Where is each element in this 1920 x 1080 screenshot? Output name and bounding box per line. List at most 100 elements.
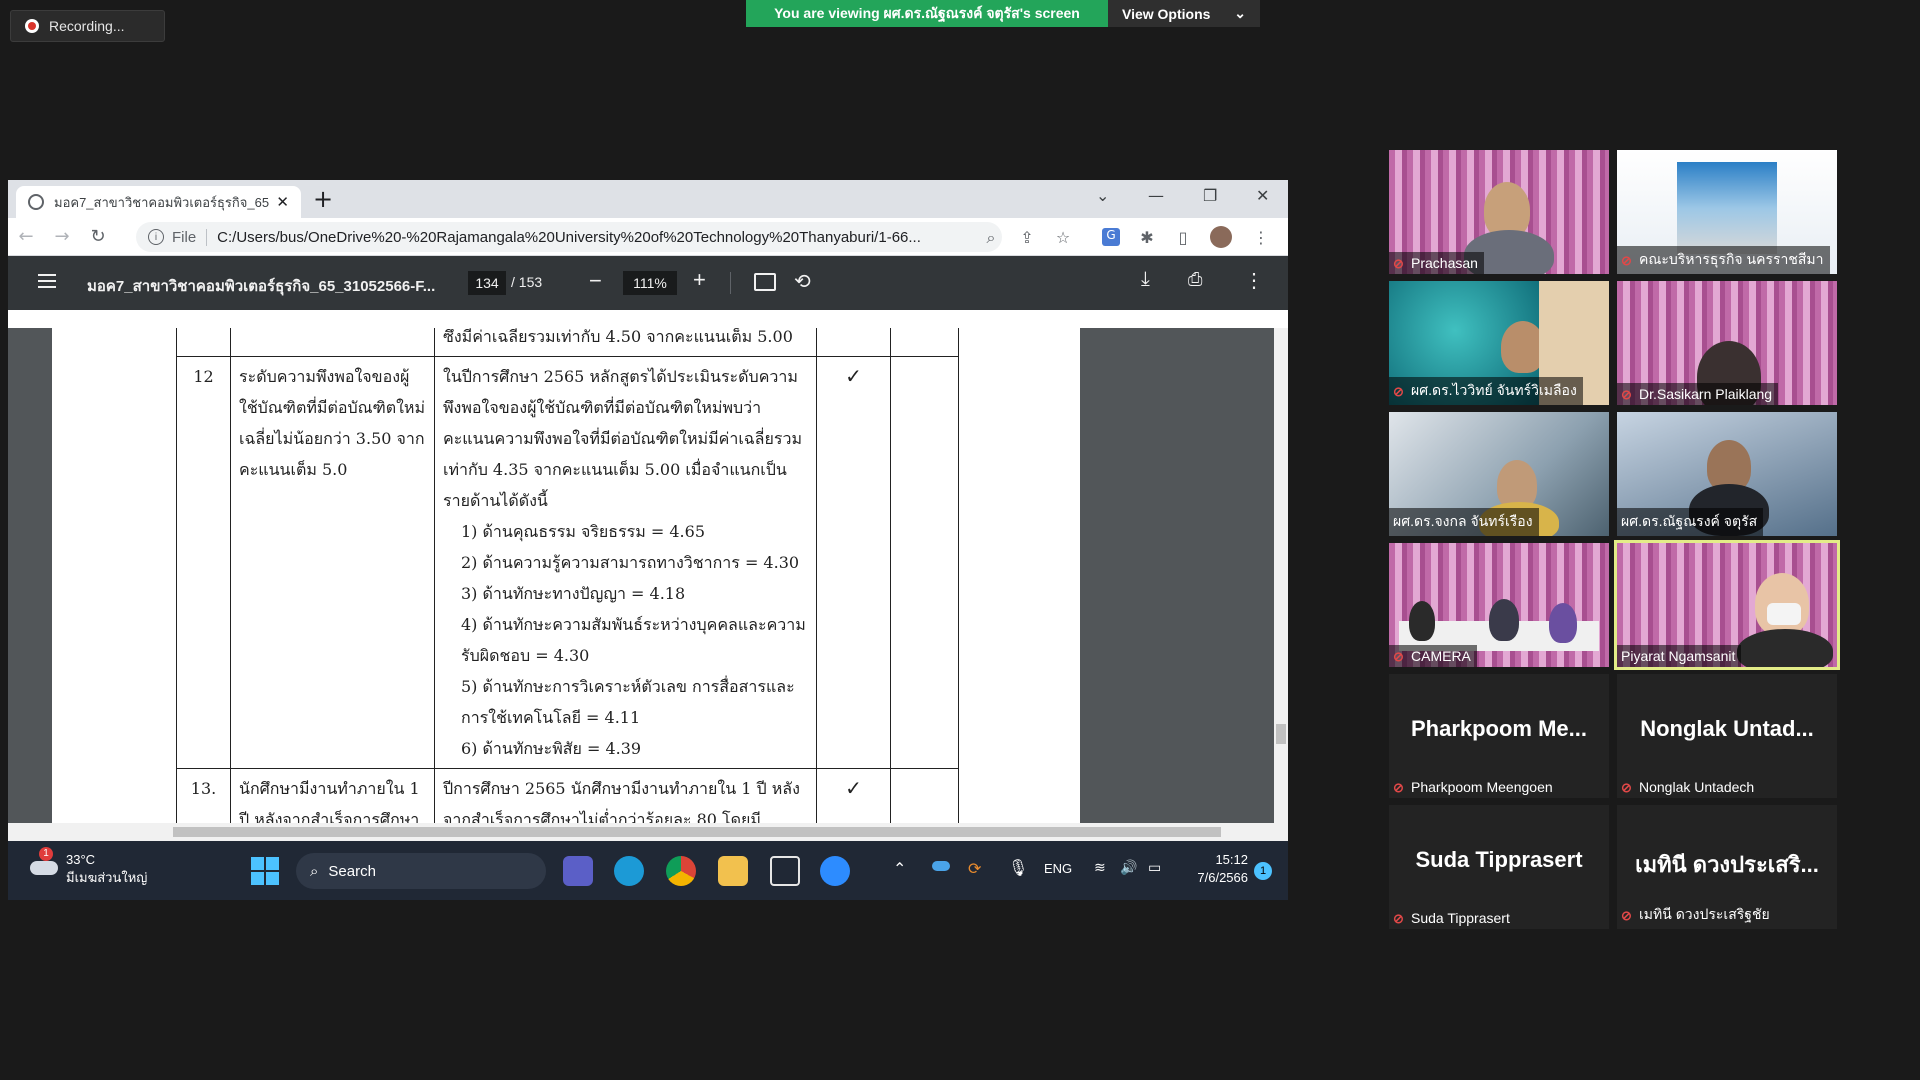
sync-icon[interactable]: ⟳ — [968, 859, 981, 879]
tab-title: มอค7_สาขาวิชาคอมพิวเตอร์ธุรกิจ_65 — [54, 194, 270, 210]
participant-tile[interactable]: ⊘ Dr.Sasikarn Plaiklang — [1617, 281, 1837, 405]
microphone-icon[interactable]: 🎙 — [1008, 858, 1028, 878]
participant-name: Piyarat Ngamsanit — [1621, 648, 1736, 664]
participant-tile[interactable]: ⊘ คณะบริหารธุรกิจ นครราชสีมา — [1617, 150, 1837, 274]
teams-chat-icon[interactable] — [563, 856, 593, 886]
clock[interactable]: 15:12 7/6/2566 — [1178, 851, 1248, 887]
scrollbar-thumb[interactable] — [173, 827, 1221, 837]
side-panel-icon[interactable]: ▯ — [1174, 228, 1192, 247]
participant-name: CAMERA — [1411, 648, 1471, 664]
reload-button[interactable]: ↻ — [80, 226, 116, 247]
more-options-icon[interactable]: ⋮ — [1244, 268, 1264, 293]
participant-tile-active-speaker[interactable]: Piyarat Ngamsanit — [1614, 540, 1840, 670]
list-item: 1) ด้านคุณธรรม จริยธรรม = 4.65 — [461, 522, 705, 541]
mic-muted-icon: ⊘ — [1621, 780, 1632, 795]
volume-icon[interactable]: 🔊 — [1120, 859, 1137, 876]
profile-avatar[interactable] — [1210, 226, 1232, 248]
view-options-button[interactable]: View Options ⌄ — [1108, 0, 1260, 27]
mic-muted-icon: ⊘ — [1621, 908, 1632, 923]
windows-start-icon[interactable] — [251, 857, 279, 885]
mic-muted-icon: ⊘ — [1393, 256, 1404, 271]
address-bar[interactable]: i File C:/Users/bus/OneDrive%20-%20Rajam… — [136, 222, 1002, 252]
fit-page-icon[interactable] — [754, 273, 776, 291]
forward-button[interactable]: → — [44, 226, 80, 247]
edge-icon[interactable] — [614, 856, 644, 886]
zoom-out-button[interactable]: − — [589, 268, 602, 294]
pdf-viewer: ซึ่งมีค่าเฉลี่ยรวมเท่ากับ 4.50 จากคะแนนเ… — [8, 328, 1288, 823]
download-icon[interactable]: ⤓ — [1141, 268, 1150, 291]
onedrive-icon[interactable] — [932, 861, 950, 871]
zoom-app-icon[interactable] — [820, 856, 850, 886]
scrollbar-thumb[interactable] — [1276, 724, 1286, 744]
notification-badge[interactable]: 1 — [1254, 862, 1272, 880]
rotate-icon[interactable]: ⟲ — [794, 269, 811, 294]
language-indicator[interactable]: ENG — [1044, 861, 1072, 876]
participant-tile[interactable]: ⊘ ผศ.ดร.ไววิทย์ จันทร์วิเมลือง — [1389, 281, 1609, 405]
indicator-text: นักศึกษามีงานทำภายใน 1 ปี หลังจากสำเร็จก… — [230, 768, 435, 823]
tab-search-icon[interactable]: ⌄ — [1096, 186, 1109, 205]
browser-tab-bar: มอค7_สาขาวิชาคอมพิวเตอร์ธุรกิจ_65 ✕ + ⌄ … — [8, 180, 1288, 218]
participant-tile[interactable]: ⊘ Prachasan — [1389, 150, 1609, 274]
participant-tile[interactable]: เมทินี ดวงประเสริ... ⊘ เมทินี ดวงประเสริฐ… — [1617, 805, 1837, 929]
weather-temp: 33°C — [66, 852, 96, 867]
battery-icon[interactable]: ▭ — [1148, 859, 1161, 876]
participant-name-tag: ⊘ คณะบริหารธุรกิจ นครราชสีมา — [1617, 246, 1830, 274]
new-tab-button[interactable]: + — [313, 187, 333, 211]
participant-tile[interactable]: ผศ.ดร.จงกล จันทร์เรือง — [1389, 412, 1609, 536]
share-icon[interactable]: ⇪ — [1018, 228, 1036, 247]
participant-tile[interactable]: ⊘ CAMERA — [1389, 543, 1609, 667]
extensions-icon[interactable]: ✱ — [1138, 228, 1156, 247]
zoom-level-input[interactable]: 111% — [623, 271, 677, 295]
browser-tab[interactable]: มอค7_สาขาวิชาคอมพิวเตอร์ธุรกิจ_65 ✕ — [16, 186, 301, 218]
search-label: Search — [328, 862, 376, 880]
file-explorer-icon[interactable] — [718, 856, 748, 886]
back-button[interactable]: ← — [8, 226, 44, 247]
participant-display-name: เมทินี ดวงประเสริ... — [1635, 852, 1819, 877]
result-intro: ในปีการศึกษา 2565 หลักสูตรได้ประเมินระดั… — [443, 367, 802, 510]
weather-widget[interactable]: 33°C มีเมฆส่วนใหญ่ — [66, 851, 147, 887]
browser-menu-icon[interactable]: ⋮ — [1252, 228, 1270, 247]
close-window-button[interactable]: ✕ — [1256, 186, 1269, 205]
wifi-icon[interactable]: ≋ — [1094, 859, 1106, 876]
participant-tile[interactable]: Nonglak Untad... ⊘ Nonglak Untadech — [1617, 674, 1837, 798]
chrome-icon[interactable] — [666, 856, 696, 886]
participant-tile[interactable]: ผศ.ดร.ณัฐณรงค์ จตุรัส — [1617, 412, 1837, 536]
row-number: 12 — [176, 356, 231, 769]
zoom-in-button[interactable]: + — [693, 267, 706, 293]
participant-tile[interactable]: Pharkpoom Me... ⊘ Pharkpoom Meengoen — [1389, 674, 1609, 798]
result-text: ในปีการศึกษา 2565 หลักสูตรได้ประเมินระดั… — [434, 356, 817, 769]
close-tab-icon[interactable]: ✕ — [276, 193, 289, 211]
bookmark-star-icon[interactable]: ☆ — [1054, 228, 1072, 247]
app-icon[interactable] — [770, 856, 800, 886]
participant-tile[interactable]: Suda Tipprasert ⊘ Suda Tipprasert — [1389, 805, 1609, 929]
url-text: C:/Users/bus/OneDrive%20-%20Rajamangala%… — [217, 228, 921, 246]
zoom-icon[interactable]: ⌕ — [982, 228, 1000, 247]
participant-name: ผศ.ดร.ไววิทย์ จันทร์วิเมลือง — [1411, 382, 1577, 398]
taskbar-search[interactable]: ⌕ Search — [296, 853, 546, 889]
chevron-up-icon[interactable]: ⌃ — [893, 859, 906, 879]
list-item: 4) ด้านทักษะความสัมพันธ์ระหว่างบุคคลและค… — [461, 615, 806, 665]
vertical-scrollbar[interactable] — [1274, 328, 1288, 823]
participant-name-tag: ⊘ Prachasan — [1389, 252, 1484, 274]
print-icon[interactable]: ⎙ — [1188, 269, 1202, 290]
info-icon[interactable]: i — [148, 229, 164, 245]
windows-taskbar: 1 33°C มีเมฆส่วนใหญ่ ⌕ Search ⌃ ⟳ 🎙 ENG … — [8, 841, 1288, 900]
clock-date: 7/6/2566 — [1197, 870, 1248, 885]
minimize-button[interactable]: — — [1148, 186, 1164, 205]
table-row: ซึ่งมีค่าเฉลี่ยรวมเท่ากับ 4.50 จากคะแนนเ… — [176, 328, 959, 357]
mic-muted-icon: ⊘ — [1621, 387, 1632, 402]
participant-name-tag: ⊘ Suda Tipprasert — [1389, 907, 1516, 929]
row-number: 13. — [176, 768, 231, 823]
participant-display-name: Suda Tipprasert — [1415, 847, 1583, 872]
recording-indicator[interactable]: Recording... — [10, 10, 165, 42]
translate-extension-icon[interactable]: G — [1102, 228, 1120, 246]
horizontal-scrollbar[interactable] — [8, 823, 1288, 841]
participant-name-tag: ⊘ Dr.Sasikarn Plaiklang — [1617, 383, 1779, 405]
weather-icon[interactable]: 1 — [28, 847, 58, 877]
page-number-input[interactable]: 134 — [468, 271, 506, 295]
pdf-title: มอค7_สาขาวิชาคอมพิวเตอร์ธุรกิจ_65_310525… — [87, 278, 436, 295]
clock-time: 15:12 — [1215, 852, 1248, 867]
restore-button[interactable]: ❐ — [1203, 186, 1217, 205]
participant-display-name: Nonglak Untad... — [1640, 716, 1814, 741]
menu-icon[interactable] — [38, 274, 56, 288]
